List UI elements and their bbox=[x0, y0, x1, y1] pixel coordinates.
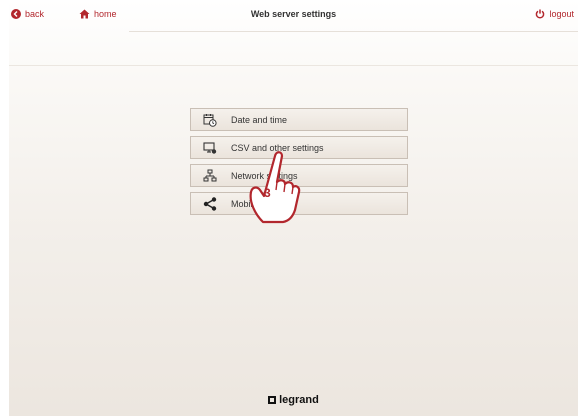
network-icon bbox=[203, 169, 217, 183]
monitor-settings-icon bbox=[203, 141, 217, 155]
legrand-mark-icon bbox=[268, 396, 277, 404]
menu-item-network-settings[interactable]: Network settings bbox=[190, 164, 408, 187]
power-icon bbox=[535, 9, 545, 19]
logout-button[interactable]: logout bbox=[535, 9, 574, 19]
menu-item-date-time[interactable]: Date and time bbox=[190, 108, 408, 131]
share-icon bbox=[203, 196, 217, 211]
menu-item-mobile-settings[interactable]: Mobile settings bbox=[190, 192, 408, 215]
logout-label: logout bbox=[549, 9, 574, 19]
home-button[interactable]: home bbox=[79, 9, 117, 19]
home-label: home bbox=[94, 9, 117, 19]
brand-label: legrand bbox=[279, 394, 319, 406]
top-bar: back home Web server settings logout bbox=[9, 0, 578, 30]
content-divider bbox=[9, 65, 578, 66]
menu-item-label: Network settings bbox=[231, 170, 298, 181]
back-button[interactable]: back bbox=[11, 9, 44, 19]
menu-item-label: CSV and other settings bbox=[231, 142, 324, 153]
calendar-clock-icon bbox=[203, 113, 217, 127]
legrand-logo: legrand bbox=[9, 394, 578, 406]
home-icon bbox=[79, 9, 90, 19]
header-divider bbox=[129, 31, 578, 32]
menu-item-label: Date and time bbox=[231, 114, 288, 125]
back-label: back bbox=[25, 9, 45, 19]
menu-item-label: Mobile settings bbox=[231, 198, 292, 209]
app-frame: back home Web server settings logout Dat… bbox=[9, 0, 578, 416]
back-arrow-icon bbox=[11, 9, 21, 19]
settings-menu: Date and time CSV and other settings Net… bbox=[190, 108, 408, 220]
menu-item-csv-settings[interactable]: CSV and other settings bbox=[190, 136, 408, 159]
